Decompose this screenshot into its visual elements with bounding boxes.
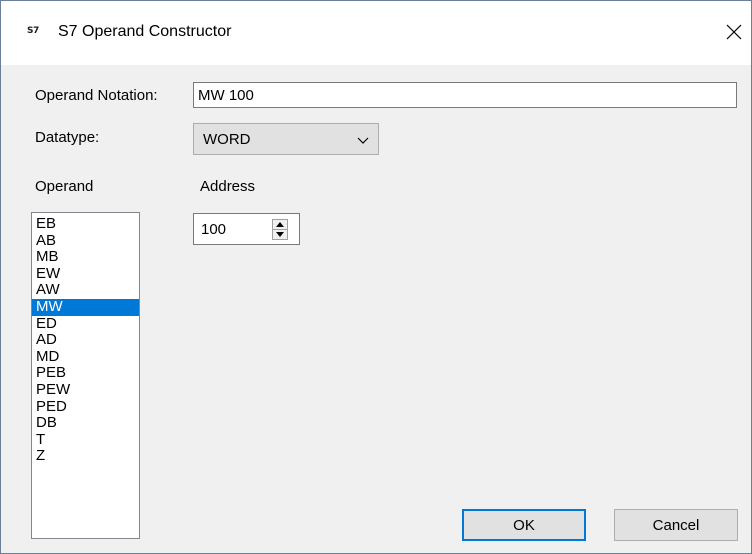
operand-notation-label: Operand Notation:	[35, 87, 158, 104]
s7-app-icon: S7	[27, 26, 39, 36]
operand-notation-field[interactable]	[193, 82, 737, 108]
stepper-up-button[interactable]	[273, 220, 287, 230]
close-icon	[726, 24, 742, 40]
operand-list-item[interactable]: ED	[32, 315, 139, 333]
operand-list-item[interactable]: DB	[32, 415, 139, 432]
operand-label: Operand	[35, 178, 94, 195]
cancel-button[interactable]: Cancel	[614, 509, 738, 541]
operand-list-item[interactable]: PEW	[32, 382, 139, 399]
stepper-buttons	[272, 219, 288, 240]
chevron-down-icon	[357, 133, 369, 151]
operand-list-item[interactable]: MD	[32, 348, 139, 366]
operand-list-item[interactable]: T	[32, 431, 139, 449]
address-stepper[interactable]: 100	[193, 213, 300, 245]
operand-list-item[interactable]: MW	[32, 299, 139, 316]
operand-list-item[interactable]: EW	[32, 265, 139, 283]
operand-list-item[interactable]: AD	[32, 332, 139, 349]
operand-list-item[interactable]: AB	[32, 232, 139, 250]
datatype-selected-value: WORD	[203, 131, 251, 148]
address-value[interactable]: 100	[201, 221, 226, 238]
address-label: Address	[200, 178, 256, 195]
operand-list-item[interactable]: AW	[32, 282, 139, 299]
close-button[interactable]	[719, 17, 749, 47]
operand-listbox[interactable]: EB AB MB EW AW MW ED AD MD PEB PEW PED DB T Z	[31, 212, 140, 539]
datatype-label: Datatype:	[35, 129, 100, 146]
window-title: S7 Operand Constructor	[58, 23, 232, 40]
operand-constructor-dialog: S7 S7 Operand Constructor Operand Notati…	[0, 0, 752, 554]
operand-list-item[interactable]: PEB	[32, 365, 139, 382]
operand-list-item[interactable]: EB	[32, 216, 139, 233]
operand-list-item[interactable]: PED	[32, 398, 139, 416]
triangle-up-icon	[276, 222, 284, 227]
operand-list-item[interactable]: Z	[32, 448, 139, 465]
ok-button[interactable]: OK	[462, 509, 586, 541]
stepper-down-button[interactable]	[273, 230, 287, 239]
triangle-down-icon	[276, 232, 284, 237]
datatype-dropdown[interactable]: WORD	[193, 123, 379, 155]
operand-list-item[interactable]: MB	[32, 249, 139, 266]
title-bar[interactable]: S7 S7 Operand Constructor	[1, 1, 751, 65]
